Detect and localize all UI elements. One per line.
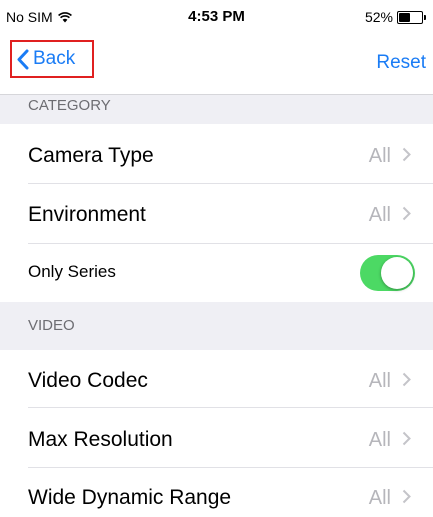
environment-value: All xyxy=(368,204,391,226)
back-label: Back xyxy=(33,48,76,69)
row-environment[interactable]: Environment All xyxy=(0,184,433,244)
row-max-resolution[interactable]: Max Resolution All xyxy=(0,408,433,468)
section-header-category: CATEGORY xyxy=(0,94,433,124)
status-bar: No SIM 4:53 PM 52% xyxy=(0,0,433,34)
only-series-label: Only Series xyxy=(28,262,116,281)
navigation-bar: Back Reset xyxy=(0,34,433,94)
chevron-right-icon xyxy=(402,431,411,446)
row-wide-dynamic-range[interactable]: Wide Dynamic Range All xyxy=(0,468,433,517)
chevron-right-icon xyxy=(402,489,411,504)
row-only-series: Only Series xyxy=(0,244,433,302)
chevron-right-icon xyxy=(402,372,411,387)
section-header-category-label: CATEGORY xyxy=(28,97,111,114)
settings-filter-screen: No SIM 4:53 PM 52% Back Reset CATEGORY C… xyxy=(0,0,433,517)
battery-cap xyxy=(424,14,426,20)
section-header-video-label: VIDEO xyxy=(28,317,75,334)
wdr-label: Wide Dynamic Range xyxy=(28,486,232,509)
max-resolution-value: All xyxy=(368,429,391,451)
environment-label: Environment xyxy=(28,203,146,226)
wdr-value: All xyxy=(368,487,391,509)
battery-fill xyxy=(399,12,410,22)
chevron-right-icon xyxy=(402,206,411,221)
max-resolution-label: Max Resolution xyxy=(28,428,173,451)
battery-icon xyxy=(397,10,423,24)
only-series-toggle[interactable] xyxy=(360,255,415,291)
back-button[interactable]: Back xyxy=(10,40,94,78)
reset-button[interactable]: Reset xyxy=(376,52,426,74)
chevron-right-icon xyxy=(402,147,411,162)
battery-percent: 52% xyxy=(364,9,393,25)
chevron-left-icon xyxy=(17,49,29,69)
toggle-knob xyxy=(381,257,413,289)
row-video-codec[interactable]: Video Codec All xyxy=(0,350,433,408)
row-camera-type[interactable]: Camera Type All xyxy=(0,124,433,184)
camera-type-label: Camera Type xyxy=(28,144,154,167)
video-codec-label: Video Codec xyxy=(28,369,148,392)
video-codec-value: All xyxy=(368,370,391,392)
camera-type-value: All xyxy=(368,145,391,167)
status-right: 52% xyxy=(365,9,426,25)
section-header-video: VIDEO xyxy=(0,302,433,350)
